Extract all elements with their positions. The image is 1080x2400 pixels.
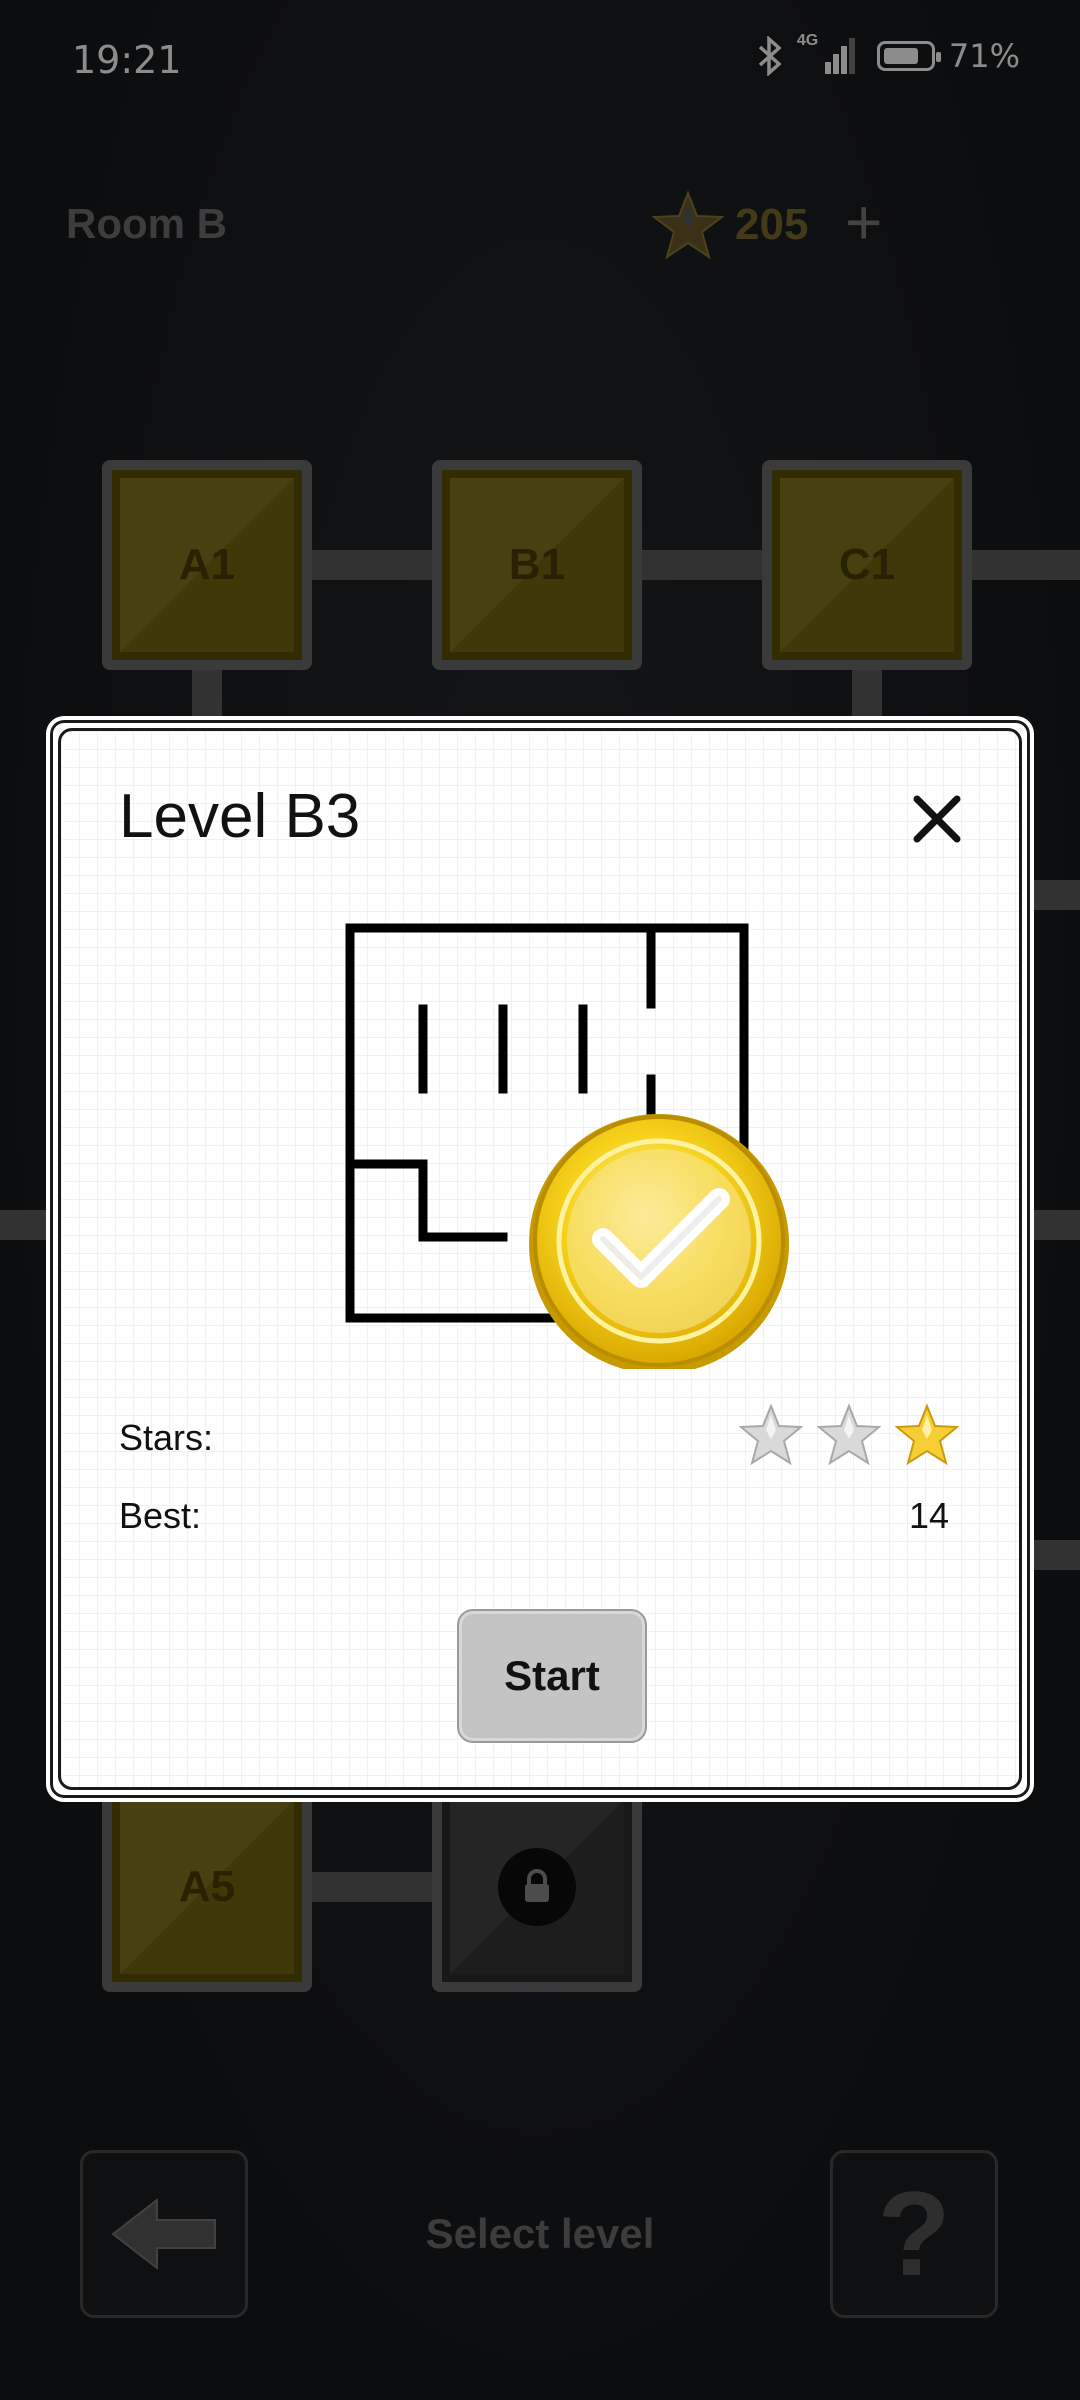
maze-preview — [345, 923, 789, 1369]
stars-label: Stars: — [119, 1417, 214, 1458]
start-button[interactable]: Start — [459, 1611, 645, 1741]
stars-rating — [739, 1403, 959, 1465]
close-icon[interactable] — [907, 789, 967, 849]
dialog-title: Level B3 — [119, 782, 361, 851]
completion-medal-icon — [529, 1114, 789, 1369]
level-dialog: Level B3 Stars: Best: 14 Start — [46, 716, 1034, 1802]
best-value: 14 — [908, 1495, 949, 1536]
best-label: Best: — [119, 1495, 202, 1536]
star-empty-icon — [817, 1403, 881, 1465]
star-empty-icon — [739, 1403, 803, 1465]
star-filled-icon — [895, 1403, 959, 1465]
